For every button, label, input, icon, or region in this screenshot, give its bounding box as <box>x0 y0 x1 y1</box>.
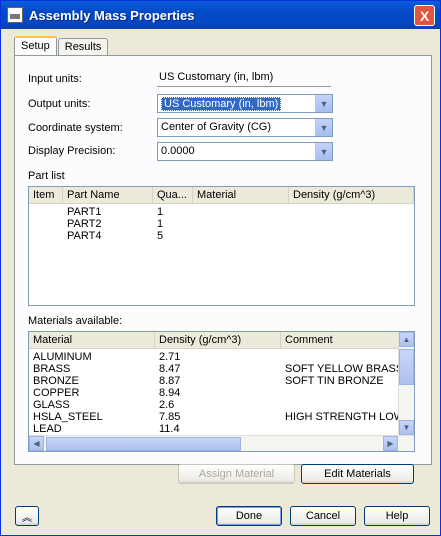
scroll-right-icon[interactable]: ▶ <box>383 436 398 451</box>
row-density: 11.4 <box>159 423 180 435</box>
scroll-up-icon[interactable]: ▲ <box>399 332 414 347</box>
vertical-scrollbar[interactable]: ▲ ▼ <box>398 332 414 435</box>
coordinate-system-dropdown[interactable]: Center of Gravity (CG) ▼ <box>157 118 333 137</box>
row-material: BRASS <box>33 363 71 375</box>
row-item <box>29 218 63 230</box>
row-comment: SOFT TIN BRONZE <box>285 375 384 387</box>
column-header-part-name[interactable]: Part Name <box>63 187 153 203</box>
table-row[interactable]: BRONZE 8.87 SOFT TIN BRONZE <box>29 375 414 387</box>
column-header-quantity[interactable]: Qua... <box>153 187 193 203</box>
table-row[interactable]: PART1 1 <box>29 206 414 218</box>
row-item <box>29 206 63 218</box>
row-material: LEAD <box>33 423 62 435</box>
table-row[interactable]: BRASS 8.47 SOFT YELLOW BRASS <box>29 363 414 375</box>
scroll-thumb[interactable] <box>46 436 241 451</box>
table-row[interactable]: COPPER 8.94 <box>29 387 414 399</box>
row-comment <box>281 387 411 399</box>
column-header-density[interactable]: Density (g/cm^3) <box>289 187 414 203</box>
materials-available-label: Materials available: <box>28 315 123 327</box>
row-material <box>193 230 289 242</box>
row-density: 8.87 <box>159 375 181 387</box>
coordinate-system-value: Center of Gravity (CG) <box>161 121 272 133</box>
row-part-name: PART2 <box>67 218 102 230</box>
chevron-down-icon[interactable]: ▼ <box>315 119 332 136</box>
row-density <box>289 206 414 218</box>
chevron-up-double-icon[interactable]: ︽ <box>15 506 39 526</box>
part-list[interactable]: Item Part Name Qua... Material Density (… <box>28 186 415 306</box>
help-button[interactable]: Help <box>364 506 430 526</box>
row-density: 2.71 <box>159 351 181 363</box>
tab-results[interactable]: Results <box>57 38 109 56</box>
row-comment: HIGH STRENGTH LOW <box>285 411 405 423</box>
close-button[interactable]: X <box>414 5 435 26</box>
chevron-down-icon[interactable]: ▼ <box>315 95 332 112</box>
row-comment <box>281 423 411 435</box>
row-density: 7.85 <box>159 411 181 423</box>
column-header-material[interactable]: Material <box>29 332 155 348</box>
assign-material-button[interactable]: Assign Material <box>178 464 295 484</box>
scroll-down-icon[interactable]: ▼ <box>399 420 414 435</box>
row-quantity: 1 <box>157 206 164 218</box>
column-header-item[interactable]: Item <box>29 187 63 203</box>
scroll-thumb[interactable] <box>399 349 414 385</box>
input-units-value: US Customary (in, lbm) <box>157 69 331 87</box>
output-units-dropdown[interactable]: US Customary (in, lbm) ▼ <box>157 94 333 113</box>
row-material: ALUMINUM <box>33 351 92 363</box>
materials-list-header: Material Density (g/cm^3) Comment <box>29 332 414 349</box>
row-part-name: PART4 <box>67 230 102 242</box>
assembly-mass-properties-dialog: Assembly Mass Properties X Setup Results… <box>0 0 441 536</box>
output-units-value: US Customary (in, lbm) <box>161 97 282 111</box>
done-button[interactable]: Done <box>216 506 282 526</box>
table-row[interactable]: HSLA_STEEL 7.85 HIGH STRENGTH LOW <box>29 411 414 423</box>
scroll-left-icon[interactable]: ◀ <box>29 436 44 451</box>
row-material: GLASS <box>33 399 70 411</box>
column-header-material[interactable]: Material <box>193 187 289 203</box>
horizontal-scrollbar[interactable]: ◀ ▶ <box>29 435 414 451</box>
table-row[interactable]: GLASS 2.6 <box>29 399 414 411</box>
table-row[interactable]: ALUMINUM 2.71 <box>29 351 414 363</box>
display-precision-label: Display Precision: <box>28 145 116 157</box>
display-precision-value: 0.0000 <box>161 145 195 157</box>
materials-list[interactable]: Material Density (g/cm^3) Comment ALUMIN… <box>28 331 415 452</box>
window-title: Assembly Mass Properties <box>29 7 195 23</box>
input-units-label: Input units: <box>28 73 82 85</box>
row-density: 8.47 <box>159 363 181 375</box>
title-bar: Assembly Mass Properties X <box>1 1 440 29</box>
row-material: COPPER <box>33 387 80 399</box>
output-units-label: Output units: <box>28 98 91 110</box>
row-density <box>289 218 414 230</box>
row-comment <box>281 351 411 363</box>
row-material: HSLA_STEEL <box>33 411 103 423</box>
tab-setup[interactable]: Setup <box>14 36 57 56</box>
table-row[interactable]: LEAD 11.4 <box>29 423 414 435</box>
row-quantity: 1 <box>157 218 164 230</box>
row-density: 8.94 <box>159 387 181 399</box>
table-row[interactable]: PART4 5 <box>29 230 414 242</box>
row-material: BRONZE <box>33 375 79 387</box>
part-list-label: Part list <box>28 170 65 182</box>
edit-materials-button[interactable]: Edit Materials <box>301 464 414 484</box>
row-material <box>193 206 289 218</box>
cancel-button[interactable]: Cancel <box>290 506 356 526</box>
coordinate-system-label: Coordinate system: <box>28 122 123 134</box>
row-quantity: 5 <box>157 230 164 242</box>
app-icon <box>7 7 23 23</box>
column-header-density[interactable]: Density (g/cm^3) <box>155 332 281 348</box>
display-precision-dropdown[interactable]: 0.0000 ▼ <box>157 142 333 161</box>
tab-strip: Setup Results <box>14 36 109 56</box>
row-comment <box>281 399 411 411</box>
chevron-down-icon[interactable]: ▼ <box>315 143 332 160</box>
row-density: 2.6 <box>159 399 175 411</box>
row-part-name: PART1 <box>67 206 102 218</box>
setup-panel: Input units: US Customary (in, lbm) Outp… <box>14 55 432 465</box>
table-row[interactable]: PART2 1 <box>29 218 414 230</box>
column-header-comment[interactable]: Comment <box>281 332 411 348</box>
row-density <box>289 230 414 242</box>
part-list-header: Item Part Name Qua... Material Density (… <box>29 187 414 204</box>
row-item <box>29 230 63 242</box>
row-comment: SOFT YELLOW BRASS <box>285 363 404 375</box>
row-material <box>193 218 289 230</box>
